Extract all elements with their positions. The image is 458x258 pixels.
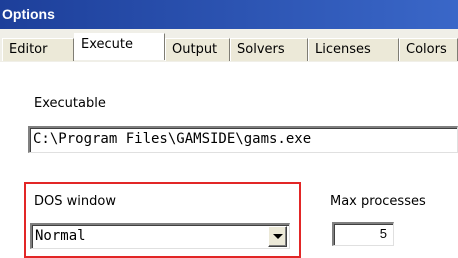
tab-output[interactable]: Output (165, 38, 230, 61)
dos-window-label: DOS window (34, 194, 116, 209)
dos-window-value: Normal (35, 228, 86, 244)
max-processes-field[interactable]: 5 (332, 222, 394, 246)
tab-strip: Editor Execute Output Solvers Licenses C… (0, 33, 458, 61)
tab-colors[interactable]: Colors (399, 38, 458, 61)
execute-panel: Executable C:\Program Files\GAMSIDE\gams… (0, 62, 458, 258)
max-processes-label: Max processes (330, 194, 426, 209)
chevron-down-icon (272, 234, 283, 239)
tab-solvers[interactable]: Solvers (230, 38, 308, 61)
dos-window-select[interactable]: Normal (30, 223, 290, 249)
executable-label: Executable (34, 96, 106, 111)
options-dialog: Editor Execute Output Solvers Licenses C… (0, 29, 458, 258)
tab-licenses[interactable]: Licenses (308, 38, 399, 61)
tab-editor[interactable]: Editor (2, 38, 74, 61)
executable-field[interactable]: C:\Program Files\GAMSIDE\gams.exe (28, 126, 458, 153)
dos-window-dropdown-button[interactable] (268, 226, 287, 247)
tab-execute[interactable]: Execute (74, 33, 165, 60)
window-title: Options (0, 0, 458, 29)
